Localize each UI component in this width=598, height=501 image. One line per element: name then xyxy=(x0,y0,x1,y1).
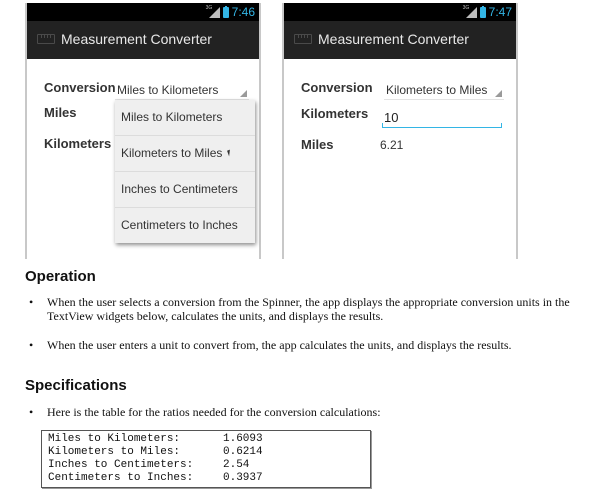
action-bar: Measurement Converter xyxy=(284,21,516,59)
conversion-dropdown: Miles to Kilometers Kilometers to Miles … xyxy=(115,100,255,243)
from-value-input[interactable] xyxy=(382,110,494,125)
bullet-icon: • xyxy=(29,338,34,352)
spinner-selected-value: Miles to Kilometers xyxy=(117,83,219,97)
conversion-label: Conversion xyxy=(44,80,116,95)
conversion-spinner[interactable]: Miles to Kilometers xyxy=(115,81,249,100)
bullet-icon: • xyxy=(29,405,34,419)
to-unit-label: Miles xyxy=(301,137,334,152)
dropdown-option[interactable]: Inches to Centimeters xyxy=(115,172,255,208)
ratio-row: Kilometers to Miles: 0.6214 xyxy=(48,446,263,458)
operation-bullet-text: When the user selects a conversion from … xyxy=(47,295,570,323)
ruler-icon xyxy=(37,34,55,44)
status-time: 7:47 xyxy=(488,5,512,19)
bullet-icon: • xyxy=(29,295,34,309)
spinner-arrow-icon xyxy=(495,90,502,97)
operation-bullet-text: When the user enters a unit to convert f… xyxy=(47,338,512,352)
status-bar: 3G 7:47 xyxy=(284,3,516,21)
dropdown-option[interactable]: Miles to Kilometers xyxy=(115,100,255,136)
app-title: Measurement Converter xyxy=(318,31,469,47)
battery-icon xyxy=(222,5,229,18)
spec-bullet-text: Here is the table for the ratios needed … xyxy=(47,405,381,419)
from-unit-label: Kilometers xyxy=(301,106,369,121)
conversion-label: Conversion xyxy=(301,80,373,95)
operation-heading: Operation xyxy=(25,268,96,285)
dropdown-option[interactable]: Kilometers to Miles xyxy=(115,136,255,172)
dropdown-option[interactable]: Centimeters to Inches xyxy=(115,208,255,243)
conversion-spinner[interactable]: Kilometers to Miles xyxy=(384,81,504,100)
phone-screen-right: 3G 7:47 Measurement Converter Conversion… xyxy=(282,3,518,259)
ratio-row: Inches to Centimeters: 2.54 xyxy=(48,459,250,471)
from-unit-label: Miles xyxy=(44,105,77,120)
to-unit-label: Kilometers xyxy=(44,136,112,151)
spinner-arrow-icon xyxy=(240,90,247,97)
spinner-selected-value: Kilometers to Miles xyxy=(386,83,488,97)
signal-icon: 3G xyxy=(206,5,220,18)
phone-screen-left: 3G 7:46 Measurement Converter Conversion… xyxy=(25,3,261,259)
ratio-row: Centimeters to Inches: 0.3937 xyxy=(48,472,263,484)
signal-icon: 3G xyxy=(463,5,477,18)
result-value: 6.21 xyxy=(380,138,404,152)
specifications-heading: Specifications xyxy=(25,377,127,394)
from-value-field[interactable] xyxy=(382,107,502,128)
status-bar: 3G 7:46 xyxy=(27,3,259,21)
status-time: 7:46 xyxy=(231,5,255,19)
mouse-cursor-icon xyxy=(227,149,232,157)
ruler-icon xyxy=(294,34,312,44)
ratio-row: Miles to Kilometers: 1.6093 xyxy=(48,433,263,445)
battery-icon xyxy=(479,5,486,18)
action-bar: Measurement Converter xyxy=(27,21,259,59)
ratio-table: Miles to Kilometers: 1.6093 Kilometers to… xyxy=(41,430,371,488)
app-title: Measurement Converter xyxy=(61,31,212,47)
